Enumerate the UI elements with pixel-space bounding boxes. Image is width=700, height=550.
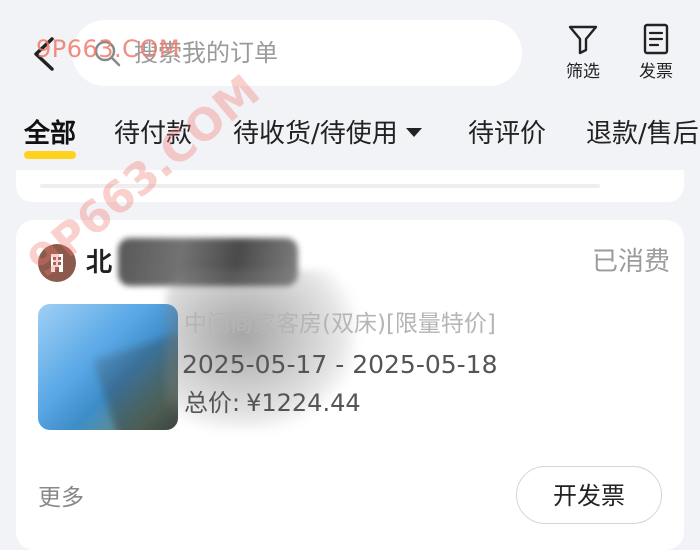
filter-icon xyxy=(568,25,598,55)
tab-all[interactable]: 全部 xyxy=(24,108,76,160)
tab-refund[interactable]: 退款/售后 xyxy=(586,108,699,160)
tab-pending-receipt[interactable]: 待收货/待使用 xyxy=(233,108,422,160)
filter-label: 筛选 xyxy=(566,62,600,82)
total-label: 总价: xyxy=(184,389,241,417)
watermark-text: 9P663.COM xyxy=(36,35,181,63)
room-name: 中间商家客房(双床)[限量特价] xyxy=(184,311,496,337)
issue-invoice-button[interactable]: 开发票 xyxy=(516,466,662,524)
tab-pending-receipt-label: 待收货/待使用 xyxy=(233,119,398,149)
total-value: ¥1224.44 xyxy=(246,389,361,417)
order-card[interactable]: 北 已消费 中间商家客房(双床)[限量特价] 2025-05-17 - 2025… xyxy=(16,220,684,550)
hotel-thumbnail[interactable] xyxy=(38,304,178,430)
invoice-label: 发票 xyxy=(639,62,673,82)
total-price: 总价: ¥1224.44 xyxy=(184,386,361,420)
filter-button[interactable]: 筛选 xyxy=(555,22,611,82)
receipt-icon xyxy=(643,23,669,55)
stay-dates: 2025-05-17 - 2025-05-18 xyxy=(182,350,498,379)
order-status: 已消费 xyxy=(591,247,670,277)
chevron-down-icon xyxy=(405,128,422,137)
more-link[interactable]: 更多 xyxy=(38,482,84,514)
tab-pending-review[interactable]: 待评价 xyxy=(468,108,546,160)
invoice-button[interactable]: 发票 xyxy=(628,22,684,82)
order-tabs: 全部 待付款 待收货/待使用 待评价 退款/售后 xyxy=(0,108,700,164)
